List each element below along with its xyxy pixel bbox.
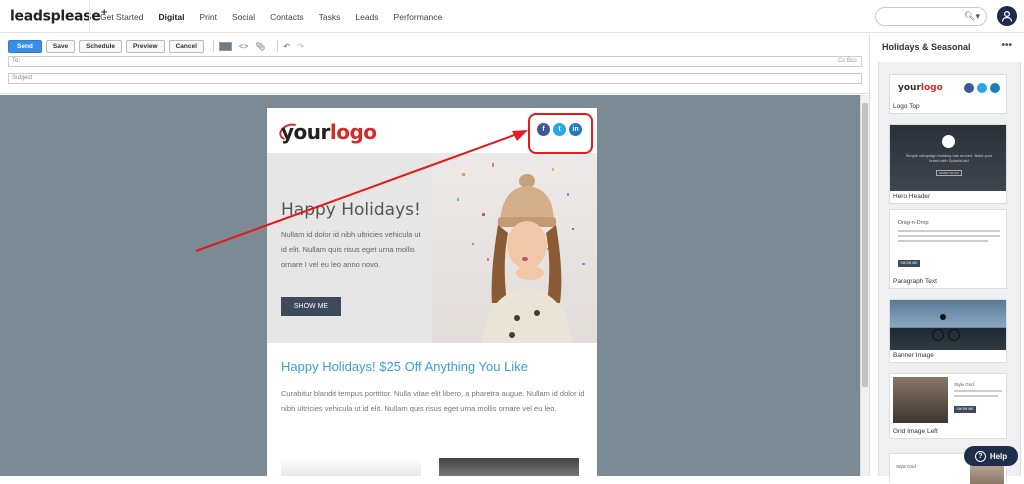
nav-performance[interactable]: Performance: [394, 12, 443, 22]
hero-section[interactable]: Happy Holidays! Nullam id dolor id nibh …: [267, 153, 597, 343]
search-input[interactable]: 🔍︎▾: [875, 7, 987, 26]
preview-bike-wheel: [948, 329, 960, 341]
promo-title: Happy Holidays! $25 Off Anything You Lik…: [281, 359, 528, 374]
to-field[interactable]: To: Cc Bcc: [8, 56, 862, 67]
search-icon[interactable]: 🔍︎▾: [964, 11, 980, 22]
preview-line: [954, 390, 1002, 392]
code-icon[interactable]: <>: [239, 42, 248, 51]
block-label: Banner Image: [893, 352, 934, 359]
preview-mountain-icon: [942, 135, 955, 148]
brand-name: leadsplease: [10, 8, 101, 25]
scrollbar-thumb[interactable]: [862, 103, 868, 387]
nav-contacts[interactable]: Contacts: [270, 12, 304, 22]
preview-grid-button: SHOW ME: [954, 406, 976, 413]
preview-hero-button: GOOD TO GO: [936, 170, 962, 176]
nav-print[interactable]: Print: [199, 12, 216, 22]
preview-button[interactable]: Preview: [126, 39, 165, 53]
nav-social[interactable]: Social: [232, 12, 255, 22]
hero-header-preview: Simple campaign building has arrived. Bu…: [890, 125, 1006, 191]
preview-bike-wheel: [932, 329, 944, 341]
logo-logo: logo: [329, 120, 377, 144]
preview-line: [954, 395, 998, 397]
redo-icon[interactable]: ↷: [297, 42, 304, 51]
cc-bcc-toggle[interactable]: Cc Bcc: [838, 57, 857, 66]
annotation-highlight-box: [528, 113, 593, 154]
preview-grid-heading: Style Grid: [954, 382, 974, 387]
preview-partial-heading: Style Grid: [896, 464, 916, 469]
hero-text: Nullam id dolor id nibh ultricies vehicu…: [281, 230, 421, 269]
send-button[interactable]: Send: [8, 39, 42, 53]
help-label: Help: [989, 451, 1008, 461]
hero-title: Happy Holidays!: [281, 200, 421, 220]
paragraph-text-preview: Drag-n-Drop SHOW ME: [890, 210, 1006, 276]
logo-your: your: [281, 120, 330, 144]
preview-para-button: SHOW ME: [898, 260, 920, 267]
preview-line: [898, 240, 988, 242]
question-icon: ?: [974, 450, 986, 462]
preview-linkedin-icon: [990, 83, 1000, 93]
preview-line: [898, 230, 1000, 232]
block-card-hero-header[interactable]: Simple campaign building has arrived. Bu…: [889, 124, 1007, 204]
undo-icon[interactable]: ↶: [283, 42, 290, 51]
email-logo[interactable]: yourlogo: [281, 120, 377, 144]
block-card-banner-image[interactable]: Banner Image: [889, 299, 1007, 363]
schedule-button[interactable]: Schedule: [79, 39, 122, 53]
email-template[interactable]: yourlogo f t in Happy Holidays! Nullam i…: [267, 108, 597, 476]
grid-image-left-preview: Style Grid SHOW ME: [890, 374, 1006, 426]
block-label: Logo Top: [893, 103, 920, 110]
attachment-icon[interactable]: 📎︎: [255, 42, 265, 51]
user-avatar-icon[interactable]: [997, 6, 1017, 26]
product-image-left: [281, 458, 421, 476]
block-label: Paragraph Text: [893, 278, 937, 285]
main-nav: Get Started Digital Print Social Contact…: [89, 0, 457, 33]
nav-tasks[interactable]: Tasks: [319, 12, 341, 22]
block-card-grid-image-left[interactable]: Style Grid SHOW ME Grid Image Left: [889, 373, 1007, 439]
preview-grid-photo: [893, 377, 948, 423]
nav-get-started[interactable]: Get Started: [100, 12, 143, 22]
block-card-paragraph-text[interactable]: Drag-n-Drop SHOW ME Paragraph Text: [889, 209, 1007, 289]
panel-title: Holidays & Seasonal: [882, 42, 971, 52]
top-bar: leadsplease+ Get Started Digital Print S…: [0, 0, 1024, 33]
preview-logo-logo: logo: [920, 83, 943, 93]
nav-leads[interactable]: Leads: [355, 12, 378, 22]
composer-toolbar: Send Save Schedule Preview Cancel <> 📎︎ …: [8, 39, 311, 53]
preview-facebook-icon: [964, 83, 974, 93]
hero-photo: [432, 153, 597, 343]
cancel-button[interactable]: Cancel: [168, 39, 204, 53]
to-label: To:: [12, 58, 21, 64]
product-image-right: [439, 458, 579, 476]
preview-para-heading: Drag-n-Drop: [898, 220, 929, 226]
canvas-scrollbar[interactable]: [860, 95, 869, 476]
nav-digital[interactable]: Digital: [158, 12, 184, 22]
help-button[interactable]: ? Help: [964, 446, 1018, 466]
template-blocks-panel: Holidays & Seasonal ••• yourlogo Logo To…: [869, 34, 1024, 484]
save-button[interactable]: Save: [45, 39, 76, 53]
banner-image-preview: [890, 300, 1006, 350]
preview-twitter-icon: [977, 83, 987, 93]
preview-hero-text: Simple campaign building has arrived. Bu…: [905, 153, 993, 163]
preview-line: [898, 235, 1000, 237]
logo-top-preview: yourlogo: [890, 75, 1006, 101]
toolbar-divider: [212, 40, 214, 52]
promo-text: Curabitur blandit tempus porttitor. Null…: [281, 389, 585, 413]
preview-logo-your: your: [898, 83, 921, 93]
block-card-logo-top[interactable]: yourlogo Logo Top: [889, 74, 1007, 114]
toolbar-divider-2: [277, 40, 279, 52]
block-list[interactable]: yourlogo Logo Top Simple campaign buildi…: [878, 62, 1021, 484]
preview-logo: yourlogo: [898, 83, 943, 93]
show-me-button[interactable]: SHOW ME: [281, 297, 341, 316]
preview-cyclist-head: [940, 314, 946, 320]
block-label: Grid Image Left: [893, 428, 938, 435]
color-swatch-icon[interactable]: [218, 41, 232, 51]
composer-header: Send Save Schedule Preview Cancel <> 📎︎ …: [0, 34, 868, 94]
subject-label: Subject: [12, 75, 33, 81]
more-options-icon[interactable]: •••: [1001, 40, 1012, 51]
subject-field[interactable]: Subject: [8, 73, 862, 84]
block-label: Hero Header: [893, 193, 931, 200]
